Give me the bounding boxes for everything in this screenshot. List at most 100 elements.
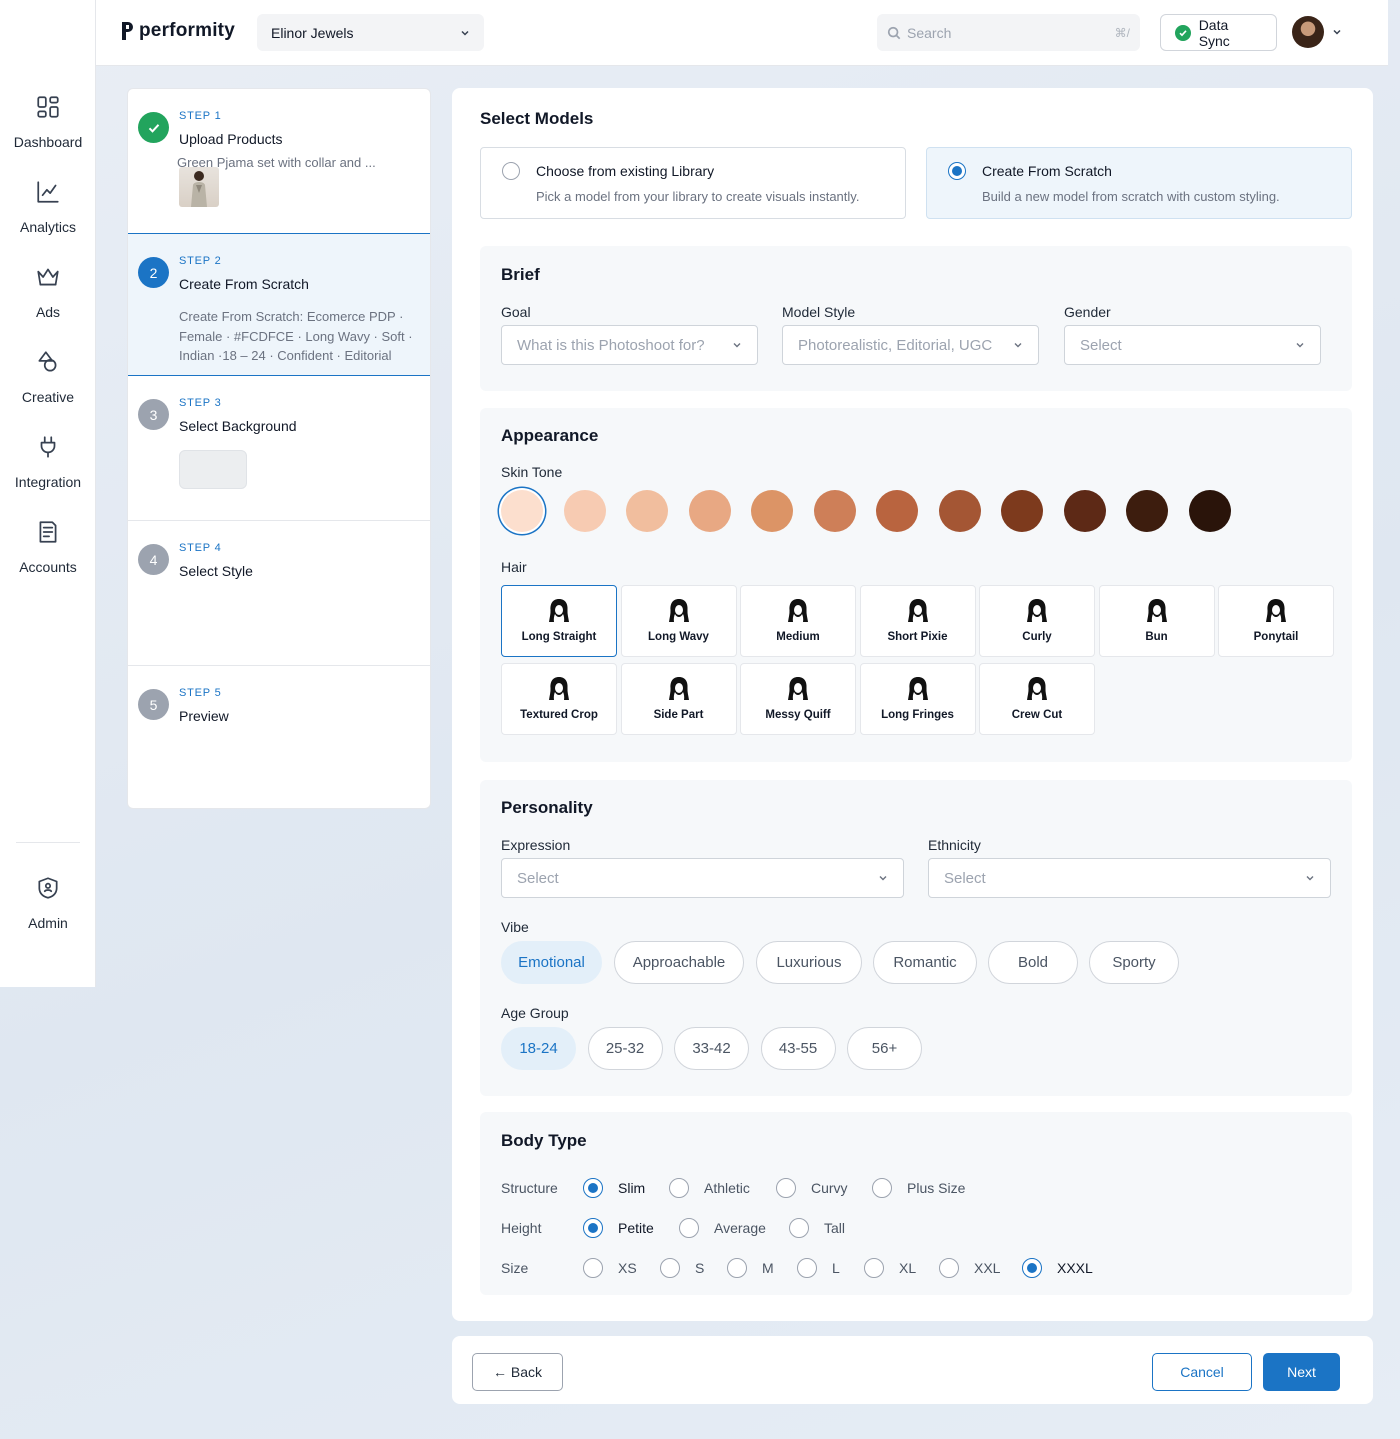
hair-option[interactable]: Textured Crop: [501, 663, 617, 735]
age-group-pill[interactable]: 43-55: [760, 1027, 836, 1070]
gender-dropdown[interactable]: Select: [1064, 325, 1321, 365]
radio-unselected[interactable]: [669, 1178, 689, 1198]
radio-unselected[interactable]: [872, 1178, 892, 1198]
vibe-pill[interactable]: Sporty: [1089, 941, 1179, 984]
goal-dropdown[interactable]: What is this Photoshoot for?: [501, 325, 758, 365]
body-type-option[interactable]: Slim: [583, 1178, 645, 1198]
body-type-option[interactable]: Tall: [789, 1218, 845, 1238]
step-number: 4: [138, 544, 169, 575]
radio-unselected[interactable]: [776, 1178, 796, 1198]
skin-tone-swatch[interactable]: [1188, 490, 1231, 532]
radio-unselected[interactable]: [939, 1258, 959, 1278]
skin-tone-swatch[interactable]: [563, 490, 606, 532]
nav-item-analytics[interactable]: Analytics: [0, 179, 96, 249]
model-style-dropdown[interactable]: Photorealistic, Editorial, UGC: [782, 325, 1039, 365]
body-type-option[interactable]: Curvy: [776, 1178, 848, 1198]
option-existing-library[interactable]: Choose from existing Library Pick a mode…: [480, 147, 906, 219]
vibe-pill[interactable]: Luxurious: [756, 941, 862, 984]
ethnicity-dropdown[interactable]: Select: [928, 858, 1331, 898]
logo[interactable]: performity: [120, 20, 235, 42]
skin-tone-swatch[interactable]: [626, 490, 668, 532]
hair-option[interactable]: Long Fringes: [859, 663, 976, 735]
hair-icon: [1027, 599, 1047, 622]
vibe-pill[interactable]: Bold: [988, 941, 1078, 984]
age-group-pill[interactable]: 18-24: [501, 1027, 576, 1070]
radio-unselected[interactable]: [679, 1218, 699, 1238]
body-type-option[interactable]: Average: [679, 1218, 766, 1238]
option-create-from-scratch[interactable]: Create From Scratch Build a new model fr…: [926, 147, 1352, 219]
age-group-pill[interactable]: 56+: [847, 1027, 922, 1070]
skin-tone-swatch[interactable]: [688, 490, 731, 532]
nav-item-dashboard[interactable]: Dashboard: [0, 94, 96, 164]
radio-unselected[interactable]: [797, 1258, 817, 1278]
skin-tone-swatch[interactable]: [1126, 490, 1168, 532]
age-group-pill[interactable]: 33-42: [674, 1027, 749, 1070]
body-type-option[interactable]: XL: [864, 1258, 916, 1278]
hair-option[interactable]: Long Straight: [501, 585, 617, 657]
body-type-option[interactable]: Plus Size: [872, 1178, 965, 1198]
radio-unselected[interactable]: [789, 1218, 809, 1238]
nav-item-creative[interactable]: Creative: [0, 349, 96, 419]
skin-tone-swatch[interactable]: [876, 490, 918, 532]
hair-option[interactable]: Short Pixie: [859, 585, 976, 657]
vibe-pill[interactable]: Approachable: [614, 941, 744, 984]
hair-option[interactable]: Curly: [979, 585, 1095, 657]
skin-tone-swatch[interactable]: [751, 490, 793, 532]
body-type-option[interactable]: XS: [583, 1258, 637, 1278]
skin-tone-swatch[interactable]: [501, 490, 543, 532]
nav-item-admin[interactable]: Admin: [0, 875, 96, 945]
field-label: Goal: [501, 304, 531, 320]
step-create-from-scratch[interactable]: 2 STEP 2 Create From Scratch Create From…: [128, 233, 430, 376]
step-select-style[interactable]: 4 STEP 4 Select Style: [128, 521, 430, 666]
step-select-background[interactable]: 3 STEP 3 Select Background: [128, 376, 430, 521]
body-type-option[interactable]: Petite: [583, 1218, 654, 1238]
radio-unselected[interactable]: [864, 1258, 884, 1278]
step-preview[interactable]: 5 STEP 5 Preview: [128, 666, 430, 808]
search-input[interactable]: Search ⌘/: [877, 14, 1140, 51]
skin-tone-swatch[interactable]: [813, 490, 856, 532]
skin-tone-swatch[interactable]: [1063, 490, 1106, 532]
skin-tone-swatch[interactable]: [938, 490, 981, 532]
body-type-option[interactable]: S: [660, 1258, 704, 1278]
vibe-pill[interactable]: Emotional: [501, 941, 602, 984]
dashboard-icon: [37, 96, 59, 118]
radio-unselected[interactable]: [660, 1258, 680, 1278]
hair-option[interactable]: Side Part: [620, 663, 737, 735]
nav-item-ads[interactable]: Ads: [0, 264, 96, 334]
hair-option[interactable]: Long Wavy: [620, 585, 737, 657]
chevron-down-icon: [461, 30, 469, 36]
radio-selected[interactable]: [948, 162, 966, 180]
body-type-option[interactable]: XXXL: [1022, 1258, 1093, 1278]
body-type-option[interactable]: M: [727, 1258, 774, 1278]
radio-selected[interactable]: [583, 1178, 603, 1198]
radio-unselected[interactable]: [502, 162, 520, 180]
radio-unselected[interactable]: [583, 1258, 603, 1278]
radio-unselected[interactable]: [727, 1258, 747, 1278]
nav-item-integration[interactable]: Integration: [0, 434, 96, 504]
data-sync-button[interactable]: Data Sync: [1160, 14, 1277, 51]
hair-option[interactable]: Bun: [1098, 585, 1215, 657]
radio-selected[interactable]: [1022, 1258, 1042, 1278]
skin-tone-swatch[interactable]: [1001, 490, 1043, 532]
cancel-button[interactable]: Cancel: [1152, 1353, 1252, 1391]
expression-dropdown[interactable]: Select: [501, 858, 904, 898]
step-description: Create From Scratch: Ecomerce PDP · Fema…: [179, 309, 413, 363]
body-type-option[interactable]: Athletic: [669, 1178, 750, 1198]
hair-option[interactable]: Messy Quiff: [740, 663, 856, 735]
body-type-option[interactable]: XXL: [939, 1258, 1000, 1278]
hair-option[interactable]: Medium: [740, 585, 856, 657]
radio-selected[interactable]: [583, 1218, 603, 1238]
hair-option[interactable]: Crew Cut: [979, 663, 1095, 735]
user-menu[interactable]: [1292, 16, 1342, 48]
body-type-option-label: Plus Size: [907, 1180, 966, 1196]
body-type-option[interactable]: L: [797, 1258, 840, 1278]
brand-selector[interactable]: Elinor Jewels: [257, 14, 484, 51]
vibe-pill[interactable]: Romantic: [873, 941, 977, 984]
back-button[interactable]: ← Back: [472, 1353, 563, 1391]
hair-option[interactable]: Ponytail: [1218, 585, 1334, 657]
age-group-pill[interactable]: 25-32: [587, 1027, 663, 1070]
nav-item-accounts[interactable]: Accounts: [0, 519, 96, 589]
step-number: 3: [138, 399, 169, 430]
step-upload-products[interactable]: STEP 1 Upload Products Green Pjama set w…: [128, 89, 430, 234]
next-button[interactable]: Next: [1263, 1353, 1340, 1391]
